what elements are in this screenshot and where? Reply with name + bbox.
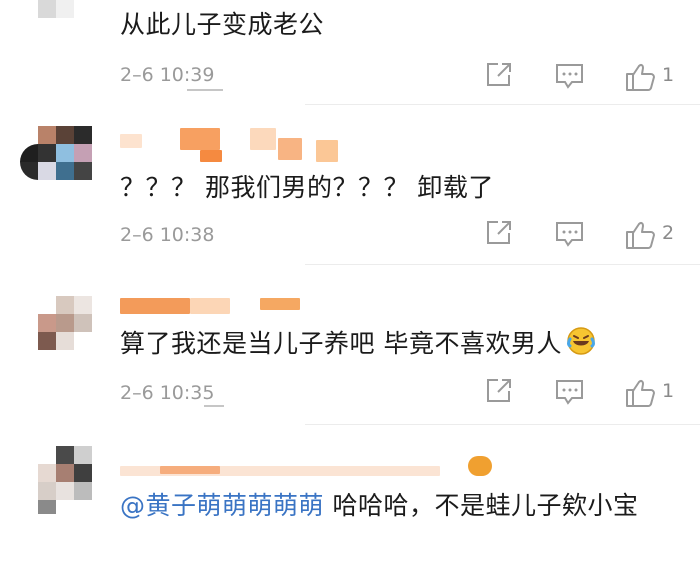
comment-text-body: 算了我还是当儿子养吧 毕竟不喜欢男人 xyxy=(120,329,562,358)
comment-actions: 2 xyxy=(480,220,690,250)
comment-item: ？？？ 那我们男的？？？ 卸载了 2–6 10:38 2 xyxy=(0,106,700,266)
comment-item: 算了我还是当儿子养吧 毕竟不喜欢男人 2–6 10:35 1 xyxy=(0,266,700,426)
thumbs-up-icon[interactable] xyxy=(624,378,656,408)
share-icon[interactable] xyxy=(485,378,513,404)
share-icon[interactable] xyxy=(485,220,513,246)
comment-text-body: 哈哈哈，不是蛙儿子欸小宝 xyxy=(324,491,639,520)
comment-actions: 1 xyxy=(480,378,690,408)
comment-text: @黄子萌萌萌萌萌 哈哈哈，不是蛙儿子欸小宝 xyxy=(120,486,650,526)
comment-text: ？？？ 那我们男的？？？ 卸载了 xyxy=(120,173,494,202)
avatar[interactable] xyxy=(20,296,92,368)
username-pixelated[interactable] xyxy=(120,456,500,482)
comment-text: 从此儿子变成老公 xyxy=(120,10,325,39)
avatar[interactable] xyxy=(20,126,92,198)
divider xyxy=(305,424,700,425)
comment-item: @黄子萌萌萌萌萌 哈哈哈，不是蛙儿子欸小宝 xyxy=(0,426,700,575)
comment-actions: 1 xyxy=(480,62,690,92)
like-count: 2 xyxy=(662,222,675,244)
thumbs-up-icon[interactable] xyxy=(624,62,656,92)
like-count: 1 xyxy=(662,380,675,402)
divider xyxy=(305,264,700,265)
comment-icon[interactable] xyxy=(555,62,585,90)
user-mention-link[interactable]: @黄子萌萌萌萌萌 xyxy=(120,491,324,520)
comment-icon[interactable] xyxy=(555,220,585,248)
timestamp: 2–6 10:35 xyxy=(120,382,224,407)
username-pixelated[interactable] xyxy=(120,294,300,320)
avatar[interactable] xyxy=(20,0,92,36)
avatar[interactable] xyxy=(20,446,92,518)
like-count: 1 xyxy=(662,64,675,86)
comment-text: 算了我还是当儿子养吧 毕竟不喜欢男人 xyxy=(120,324,650,368)
comment-icon[interactable] xyxy=(555,378,585,406)
username-pixelated[interactable] xyxy=(120,128,340,162)
timestamp: 2–6 10:38 xyxy=(120,224,215,246)
timestamp: 2–6 10:39 xyxy=(120,64,223,91)
thumbs-up-icon[interactable] xyxy=(624,220,656,250)
divider xyxy=(305,104,700,105)
share-icon[interactable] xyxy=(485,62,513,88)
laughing-crying-emoji xyxy=(566,326,596,368)
comment-item: 从此儿子变成老公 2–6 10:39 1 xyxy=(0,0,700,105)
